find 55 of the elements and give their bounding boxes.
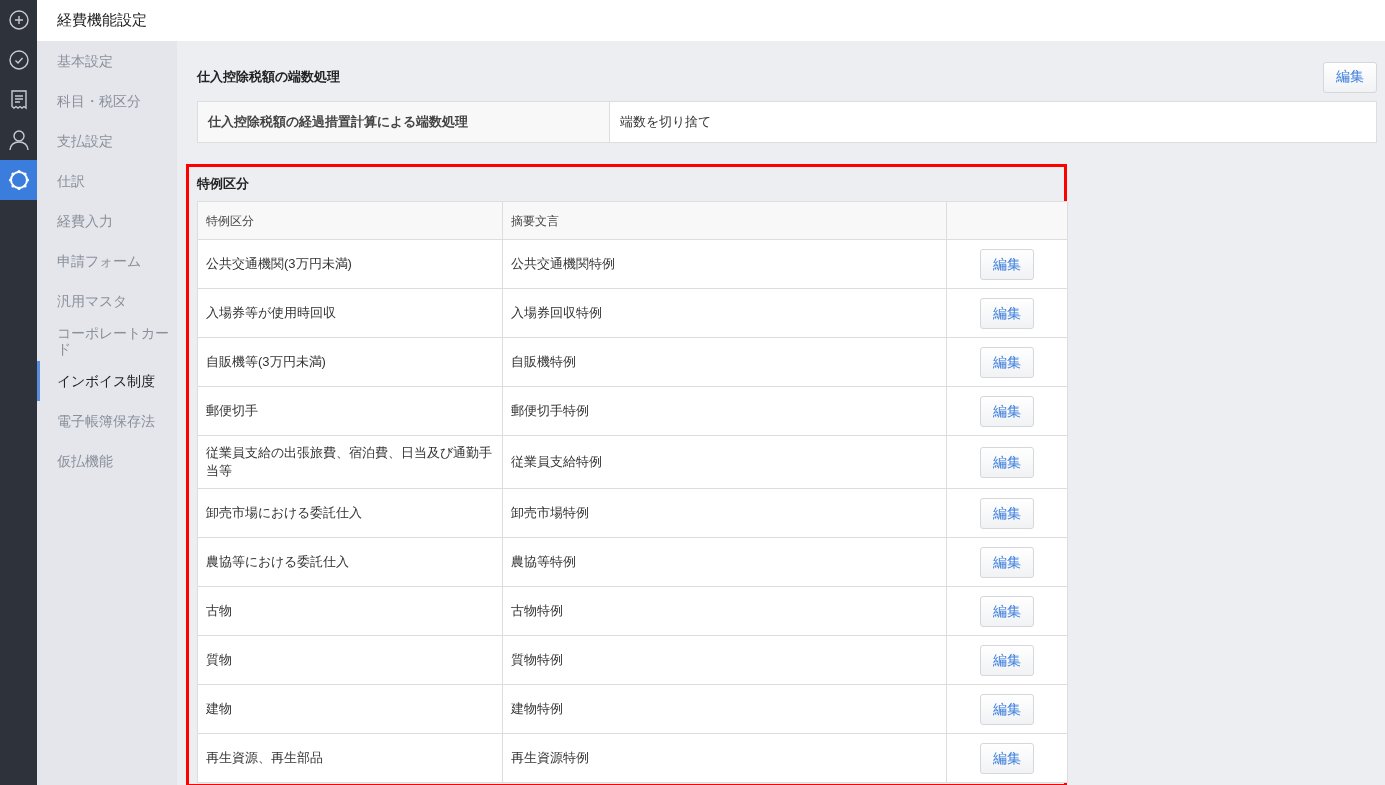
table-cell: 建物特例 bbox=[503, 685, 947, 734]
sidebar-item[interactable]: 経費入力 bbox=[37, 201, 177, 241]
table-cell: 卸売市場における委託仕入 bbox=[198, 489, 503, 538]
table-cell: 郵便切手 bbox=[198, 387, 503, 436]
edit-button[interactable]: 編集 bbox=[980, 297, 1034, 329]
plus-icon bbox=[8, 10, 29, 30]
table-cell: 再生資源特例 bbox=[503, 734, 947, 783]
check-icon bbox=[8, 50, 29, 70]
sidebar-item[interactable]: 支払設定 bbox=[37, 121, 177, 161]
sidebar-item[interactable]: コーポレートカード bbox=[37, 321, 177, 361]
edit-button[interactable]: 編集 bbox=[1323, 61, 1377, 93]
edit-button[interactable]: 編集 bbox=[980, 248, 1034, 280]
table-cell: 自販機等(3万円未満) bbox=[198, 338, 503, 387]
table-cell: 公共交通機関特例 bbox=[503, 240, 947, 289]
sidebar-item[interactable]: 電子帳簿保存法 bbox=[37, 401, 177, 441]
table-cell: 質物特例 bbox=[503, 636, 947, 685]
column-header: 摘要文言 bbox=[503, 202, 947, 240]
edit-button[interactable]: 編集 bbox=[980, 446, 1034, 478]
setting-value: 端数を切り捨て bbox=[619, 113, 712, 131]
edit-button[interactable]: 編集 bbox=[980, 742, 1034, 774]
edit-button[interactable]: 編集 bbox=[980, 346, 1034, 378]
table-cell: 農協等特例 bbox=[503, 538, 947, 587]
section-title: 仕入控除税額の端数処理 bbox=[197, 68, 340, 86]
edit-button[interactable]: 編集 bbox=[980, 693, 1034, 725]
table-cell: 入場券等が使用時回収 bbox=[198, 289, 503, 338]
table-cell: 郵便切手特例 bbox=[503, 387, 947, 436]
table-cell: 従業員支給特例 bbox=[503, 436, 947, 489]
person-icon bbox=[8, 129, 29, 151]
edit-button[interactable]: 編集 bbox=[980, 595, 1034, 627]
column-header: 特例区分 bbox=[198, 202, 503, 240]
sidebar-item[interactable]: 申請フォーム bbox=[37, 241, 177, 281]
receipt-icon bbox=[10, 89, 27, 111]
settings-icon bbox=[7, 169, 30, 191]
sidebar-item[interactable]: 仕訳 bbox=[37, 161, 177, 201]
table-cell: 質物 bbox=[198, 636, 503, 685]
table-cell: 従業員支給の出張旅費、宿泊費、日当及び通勤手当等 bbox=[198, 436, 503, 489]
edit-button[interactable]: 編集 bbox=[980, 497, 1034, 529]
sidebar-item[interactable]: 基本設定 bbox=[37, 41, 177, 81]
table-cell: 自販機特例 bbox=[503, 338, 947, 387]
edit-button[interactable]: 編集 bbox=[980, 546, 1034, 578]
section-title: 特例区分 bbox=[197, 175, 250, 193]
table-cell: 再生資源、再生部品 bbox=[198, 734, 503, 783]
table-cell: 古物特例 bbox=[503, 587, 947, 636]
table-cell: 農協等における委託仕入 bbox=[198, 538, 503, 587]
sidebar-item[interactable]: 仮払機能 bbox=[37, 441, 177, 481]
table-cell: 建物 bbox=[198, 685, 503, 734]
sidebar-item[interactable]: 科目・税区分 bbox=[37, 81, 177, 121]
edit-button[interactable]: 編集 bbox=[980, 644, 1034, 676]
setting-label: 仕入控除税額の経過措置計算による端数処理 bbox=[198, 102, 610, 142]
table-cell: 入場券回収特例 bbox=[503, 289, 947, 338]
table-cell: 卸売市場特例 bbox=[503, 489, 947, 538]
sidebar-item[interactable]: 汎用マスタ bbox=[37, 281, 177, 321]
edit-button[interactable]: 編集 bbox=[980, 395, 1034, 427]
table-cell: 公共交通機関(3万円未満) bbox=[198, 240, 503, 289]
table-cell: 古物 bbox=[198, 587, 503, 636]
